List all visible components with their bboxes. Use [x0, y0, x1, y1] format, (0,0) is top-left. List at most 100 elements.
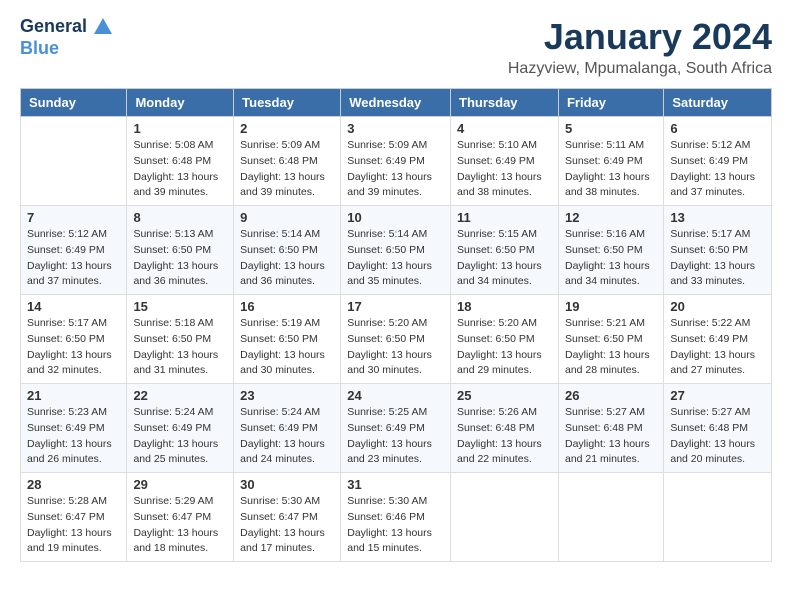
day-number: 16	[240, 299, 334, 314]
calendar-cell: 1 Sunrise: 5:08 AM Sunset: 6:48 PM Daylig…	[127, 117, 234, 206]
calendar-cell: 24 Sunrise: 5:25 AM Sunset: 6:49 PM Dayli…	[341, 384, 451, 473]
day-number: 5	[565, 121, 657, 136]
day-info: Sunrise: 5:09 AM Sunset: 6:49 PM Dayligh…	[347, 138, 444, 201]
day-info: Sunrise: 5:13 AM Sunset: 6:50 PM Dayligh…	[133, 227, 227, 290]
calendar-cell: 9 Sunrise: 5:14 AM Sunset: 6:50 PM Daylig…	[234, 206, 341, 295]
weekday-header: Wednesday	[341, 89, 451, 117]
calendar-cell: 7 Sunrise: 5:12 AM Sunset: 6:49 PM Daylig…	[21, 206, 127, 295]
calendar-week-row: 14Sunrise: 5:17 AM Sunset: 6:50 PM Dayli…	[21, 295, 772, 384]
day-info: Sunrise: 5:10 AM Sunset: 6:49 PM Dayligh…	[457, 138, 552, 201]
day-info: Sunrise: 5:27 AM Sunset: 6:48 PM Dayligh…	[670, 405, 765, 468]
calendar-cell	[664, 473, 772, 562]
calendar-cell: 3 Sunrise: 5:09 AM Sunset: 6:49 PM Daylig…	[341, 117, 451, 206]
day-info: Sunrise: 5:24 AM Sunset: 6:49 PM Dayligh…	[133, 405, 227, 468]
day-info: Sunrise: 5:14 AM Sunset: 6:50 PM Dayligh…	[240, 227, 334, 290]
day-number: 29	[133, 477, 227, 492]
calendar-cell	[21, 117, 127, 206]
calendar-cell: 10 Sunrise: 5:14 AM Sunset: 6:50 PM Dayli…	[341, 206, 451, 295]
calendar-week-row: 7 Sunrise: 5:12 AM Sunset: 6:49 PM Daylig…	[21, 206, 772, 295]
day-number: 22	[133, 388, 227, 403]
calendar-cell: 23 Sunrise: 5:24 AM Sunset: 6:49 PM Dayli…	[234, 384, 341, 473]
day-info: Sunrise: 5:26 AM Sunset: 6:48 PM Dayligh…	[457, 405, 552, 468]
calendar-header-row: SundayMondayTuesdayWednesdayThursdayFrid…	[21, 89, 772, 117]
calendar-cell: 5Sunrise: 5:11 AM Sunset: 6:49 PM Daylig…	[558, 117, 663, 206]
day-number: 26	[565, 388, 657, 403]
calendar-cell: 6 Sunrise: 5:12 AM Sunset: 6:49 PM Daylig…	[664, 117, 772, 206]
calendar-week-row: 28 Sunrise: 5:28 AM Sunset: 6:47 PM Dayli…	[21, 473, 772, 562]
calendar-cell: 28 Sunrise: 5:28 AM Sunset: 6:47 PM Dayli…	[21, 473, 127, 562]
day-number: 11	[457, 210, 552, 225]
month-title: January 2024	[508, 16, 772, 58]
logo-line1: General	[20, 16, 114, 38]
day-info: Sunrise: 5:12 AM Sunset: 6:49 PM Dayligh…	[670, 138, 765, 201]
weekday-header: Sunday	[21, 89, 127, 117]
calendar-cell: 17 Sunrise: 5:20 AM Sunset: 6:50 PM Dayli…	[341, 295, 451, 384]
calendar-cell: 14Sunrise: 5:17 AM Sunset: 6:50 PM Dayli…	[21, 295, 127, 384]
title-area: January 2024 Hazyview, Mpumalanga, South…	[508, 16, 772, 78]
day-info: Sunrise: 5:28 AM Sunset: 6:47 PM Dayligh…	[27, 494, 120, 557]
day-number: 9	[240, 210, 334, 225]
day-info: Sunrise: 5:22 AM Sunset: 6:49 PM Dayligh…	[670, 316, 765, 379]
day-info: Sunrise: 5:20 AM Sunset: 6:50 PM Dayligh…	[347, 316, 444, 379]
day-number: 10	[347, 210, 444, 225]
day-number: 27	[670, 388, 765, 403]
calendar-cell: 31Sunrise: 5:30 AM Sunset: 6:46 PM Dayli…	[341, 473, 451, 562]
day-info: Sunrise: 5:15 AM Sunset: 6:50 PM Dayligh…	[457, 227, 552, 290]
day-info: Sunrise: 5:21 AM Sunset: 6:50 PM Dayligh…	[565, 316, 657, 379]
weekday-header: Saturday	[664, 89, 772, 117]
weekday-header: Tuesday	[234, 89, 341, 117]
weekday-header: Thursday	[451, 89, 559, 117]
day-info: Sunrise: 5:16 AM Sunset: 6:50 PM Dayligh…	[565, 227, 657, 290]
day-number: 18	[457, 299, 552, 314]
day-info: Sunrise: 5:30 AM Sunset: 6:46 PM Dayligh…	[347, 494, 444, 557]
day-number: 19	[565, 299, 657, 314]
logo: General Blue	[20, 16, 114, 60]
calendar-cell: 27 Sunrise: 5:27 AM Sunset: 6:48 PM Dayli…	[664, 384, 772, 473]
day-info: Sunrise: 5:14 AM Sunset: 6:50 PM Dayligh…	[347, 227, 444, 290]
day-number: 7	[27, 210, 120, 225]
day-number: 8	[133, 210, 227, 225]
day-number: 3	[347, 121, 444, 136]
calendar-cell: 19 Sunrise: 5:21 AM Sunset: 6:50 PM Dayli…	[558, 295, 663, 384]
day-number: 17	[347, 299, 444, 314]
calendar-cell: 2Sunrise: 5:09 AM Sunset: 6:48 PM Daylig…	[234, 117, 341, 206]
calendar-cell: 13 Sunrise: 5:17 AM Sunset: 6:50 PM Dayli…	[664, 206, 772, 295]
calendar-cell: 18 Sunrise: 5:20 AM Sunset: 6:50 PM Dayli…	[451, 295, 559, 384]
day-info: Sunrise: 5:20 AM Sunset: 6:50 PM Dayligh…	[457, 316, 552, 379]
day-info: Sunrise: 5:08 AM Sunset: 6:48 PM Dayligh…	[133, 138, 227, 201]
day-number: 6	[670, 121, 765, 136]
calendar-cell: 8 Sunrise: 5:13 AM Sunset: 6:50 PM Daylig…	[127, 206, 234, 295]
day-number: 28	[27, 477, 120, 492]
page-container: General Blue January 2024 Hazyview, Mpum…	[0, 0, 792, 578]
day-info: Sunrise: 5:25 AM Sunset: 6:49 PM Dayligh…	[347, 405, 444, 468]
day-number: 1	[133, 121, 227, 136]
logo-line2: Blue	[20, 38, 114, 60]
day-number: 23	[240, 388, 334, 403]
header: General Blue January 2024 Hazyview, Mpum…	[20, 16, 772, 78]
calendar-cell: 12 Sunrise: 5:16 AM Sunset: 6:50 PM Dayli…	[558, 206, 663, 295]
day-info: Sunrise: 5:24 AM Sunset: 6:49 PM Dayligh…	[240, 405, 334, 468]
calendar-cell: 29 Sunrise: 5:29 AM Sunset: 6:47 PM Dayli…	[127, 473, 234, 562]
calendar-cell: 25Sunrise: 5:26 AM Sunset: 6:48 PM Dayli…	[451, 384, 559, 473]
day-info: Sunrise: 5:17 AM Sunset: 6:50 PM Dayligh…	[670, 227, 765, 290]
day-number: 4	[457, 121, 552, 136]
day-info: Sunrise: 5:18 AM Sunset: 6:50 PM Dayligh…	[133, 316, 227, 379]
day-info: Sunrise: 5:27 AM Sunset: 6:48 PM Dayligh…	[565, 405, 657, 468]
weekday-header: Monday	[127, 89, 234, 117]
weekday-header: Friday	[558, 89, 663, 117]
location: Hazyview, Mpumalanga, South Africa	[508, 60, 772, 78]
calendar-week-row: 1 Sunrise: 5:08 AM Sunset: 6:48 PM Daylig…	[21, 117, 772, 206]
day-number: 24	[347, 388, 444, 403]
day-info: Sunrise: 5:30 AM Sunset: 6:47 PM Dayligh…	[240, 494, 334, 557]
calendar-week-row: 21Sunrise: 5:23 AM Sunset: 6:49 PM Dayli…	[21, 384, 772, 473]
calendar-cell	[558, 473, 663, 562]
day-number: 15	[133, 299, 227, 314]
day-info: Sunrise: 5:29 AM Sunset: 6:47 PM Dayligh…	[133, 494, 227, 557]
day-info: Sunrise: 5:12 AM Sunset: 6:49 PM Dayligh…	[27, 227, 120, 290]
calendar-cell: 16Sunrise: 5:19 AM Sunset: 6:50 PM Dayli…	[234, 295, 341, 384]
day-number: 13	[670, 210, 765, 225]
calendar-cell: 21Sunrise: 5:23 AM Sunset: 6:49 PM Dayli…	[21, 384, 127, 473]
day-number: 12	[565, 210, 657, 225]
calendar-cell: 4 Sunrise: 5:10 AM Sunset: 6:49 PM Daylig…	[451, 117, 559, 206]
day-number: 2	[240, 121, 334, 136]
